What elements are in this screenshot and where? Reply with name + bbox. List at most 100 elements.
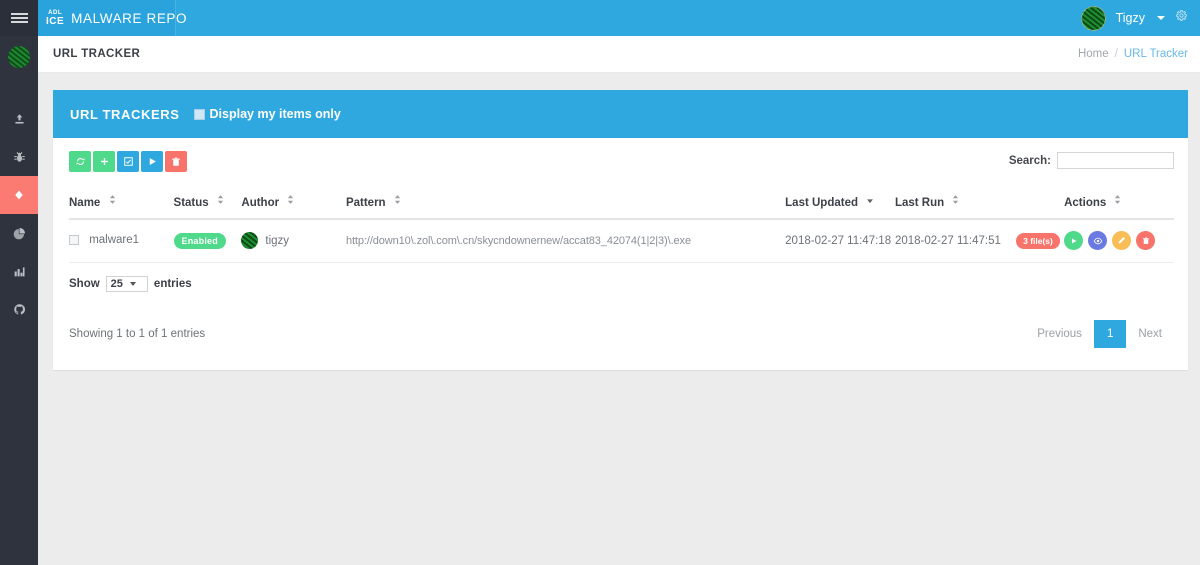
chevron-down-icon[interactable] — [1157, 16, 1165, 20]
sort-icon[interactable] — [1114, 194, 1121, 208]
url-trackers-card: URL TRACKERS Display my items only Searc… — [53, 90, 1188, 370]
card-header: URL TRACKERS Display my items only — [53, 90, 1188, 138]
pagination-previous[interactable]: Previous — [1025, 320, 1094, 348]
author-avatar-icon — [241, 232, 259, 249]
toolbar-button-group — [69, 151, 187, 172]
row-edit-button[interactable] — [1112, 231, 1132, 250]
refresh-icon — [75, 158, 85, 165]
sidebar-item-upload[interactable] — [0, 100, 38, 138]
pagination: Previous 1 Next — [1025, 320, 1174, 348]
table-row[interactable]: malware1 Enabled tigzy http://down10\.zo… — [69, 219, 1174, 263]
cell-last-run: 2018-02-27 11:47:51 3 file(s) — [894, 219, 1065, 263]
hamburger-icon — [10, 13, 28, 15]
hamburger-icon — [10, 21, 28, 23]
card-title: URL TRACKERS — [70, 106, 180, 122]
sidebar-item-statistics[interactable] — [0, 214, 38, 252]
row-run-button[interactable] — [1064, 231, 1084, 250]
pagination-page-1[interactable]: 1 — [1093, 320, 1127, 348]
user-name-label[interactable]: Tigzy — [1116, 11, 1145, 25]
entries-per-page-select[interactable]: 25 — [105, 276, 148, 292]
eye-icon — [1093, 237, 1102, 244]
card-body: Search: Name Status Author Pattern Last … — [53, 138, 1188, 370]
sidebar-item-malware[interactable] — [0, 138, 38, 176]
breadcrumb-current[interactable]: URL Tracker — [1124, 48, 1188, 60]
column-header-author[interactable]: Author — [241, 189, 346, 220]
column-header-pattern[interactable]: Pattern — [345, 189, 786, 220]
column-label-actions: Actions — [1064, 197, 1107, 209]
brand-title: MALWARE REPO — [71, 10, 188, 26]
column-label-last-updated: Last Updated — [785, 197, 858, 209]
diamond-icon — [15, 190, 23, 200]
sidebar-item-reports[interactable] — [0, 252, 38, 290]
column-label-last-run: Last Run — [894, 197, 945, 209]
cell-author: tigzy — [241, 219, 346, 263]
display-my-items-toggle[interactable]: Display my items only — [193, 107, 341, 121]
pagination-next[interactable]: Next — [1126, 320, 1174, 348]
bar-chart-icon — [14, 266, 25, 276]
chevron-down-icon — [129, 282, 136, 286]
table-head: Name Status Author Pattern Last Updated … — [69, 189, 1174, 220]
column-label-name: Name — [69, 197, 101, 209]
column-header-name[interactable]: Name — [69, 189, 174, 220]
adl-ice-logo-icon: ADL ICE — [46, 10, 64, 27]
sort-icon[interactable] — [109, 194, 116, 208]
run-button[interactable] — [141, 151, 163, 172]
hamburger-icon — [10, 17, 28, 19]
brand-block[interactable]: ADL ICE MALWARE REPO — [38, 0, 187, 36]
showing-entries-text: Showing 1 to 1 of 1 entries — [69, 328, 206, 340]
page-title: URL TRACKER — [53, 48, 141, 60]
row-view-button[interactable] — [1088, 231, 1108, 250]
row-last-updated-text: 2018-02-27 11:47:18 — [785, 234, 892, 247]
search-input[interactable] — [1057, 152, 1174, 169]
edit-button[interactable] — [117, 151, 139, 172]
logo-adl-text: ADL — [48, 9, 62, 16]
pie-chart-icon — [13, 227, 25, 239]
add-button[interactable] — [93, 151, 115, 172]
files-badge[interactable]: 3 file(s) — [1016, 232, 1060, 249]
play-icon — [149, 158, 156, 165]
breadcrumb-home[interactable]: Home — [1078, 48, 1109, 60]
plus-icon — [100, 158, 108, 165]
column-header-status[interactable]: Status — [173, 189, 242, 220]
sort-desc-icon[interactable] — [866, 194, 874, 208]
pencil-icon — [1118, 237, 1126, 244]
row-pattern-text: http://down10\.zol\.com\.cn/skycndownern… — [345, 234, 691, 247]
row-delete-button[interactable] — [1136, 231, 1156, 250]
table-body: malware1 Enabled tigzy http://down10\.zo… — [69, 219, 1174, 263]
checkbox-edit-icon — [123, 157, 133, 166]
sort-icon[interactable] — [287, 194, 294, 208]
sort-icon[interactable] — [394, 194, 401, 208]
cell-actions — [1064, 219, 1174, 263]
sidebar-item-source[interactable] — [0, 290, 38, 328]
column-label-author: Author — [241, 197, 280, 209]
show-entries-row: Show 25 entries — [69, 276, 1174, 292]
trash-icon — [172, 157, 180, 166]
hamburger-menu-button[interactable] — [0, 0, 38, 36]
upload-icon — [14, 113, 24, 124]
cell-last-updated: 2018-02-27 11:47:18 — [785, 219, 895, 263]
column-header-last-run[interactable]: Last Run — [894, 189, 1065, 220]
refresh-button[interactable] — [69, 151, 91, 172]
gear-icon[interactable] — [1175, 9, 1188, 27]
row-checkbox[interactable] — [69, 235, 79, 246]
sort-icon[interactable] — [217, 194, 224, 208]
show-label: Show — [69, 278, 100, 290]
search-label: Search: — [1008, 154, 1051, 167]
status-badge: Enabled — [173, 232, 226, 249]
bug-icon — [13, 151, 25, 162]
sort-icon[interactable] — [952, 194, 959, 208]
delete-button[interactable] — [165, 151, 187, 172]
cell-status: Enabled — [173, 219, 242, 263]
column-header-last-updated[interactable]: Last Updated — [785, 189, 895, 220]
entries-value: 25 — [110, 278, 123, 290]
avatar[interactable] — [1080, 5, 1106, 31]
search-area: Search: — [1009, 151, 1174, 169]
display-my-items-label: Display my items only — [209, 107, 341, 121]
column-header-actions[interactable]: Actions — [1064, 189, 1174, 220]
checkbox-icon[interactable] — [193, 108, 205, 120]
sidebar — [0, 0, 38, 565]
content-area: URL TRACKERS Display my items only Searc… — [38, 73, 1200, 565]
sidebar-item-url-tracker[interactable] — [0, 176, 38, 214]
breadcrumb: Home / URL Tracker — [1078, 48, 1188, 60]
column-label-status: Status — [173, 197, 209, 209]
